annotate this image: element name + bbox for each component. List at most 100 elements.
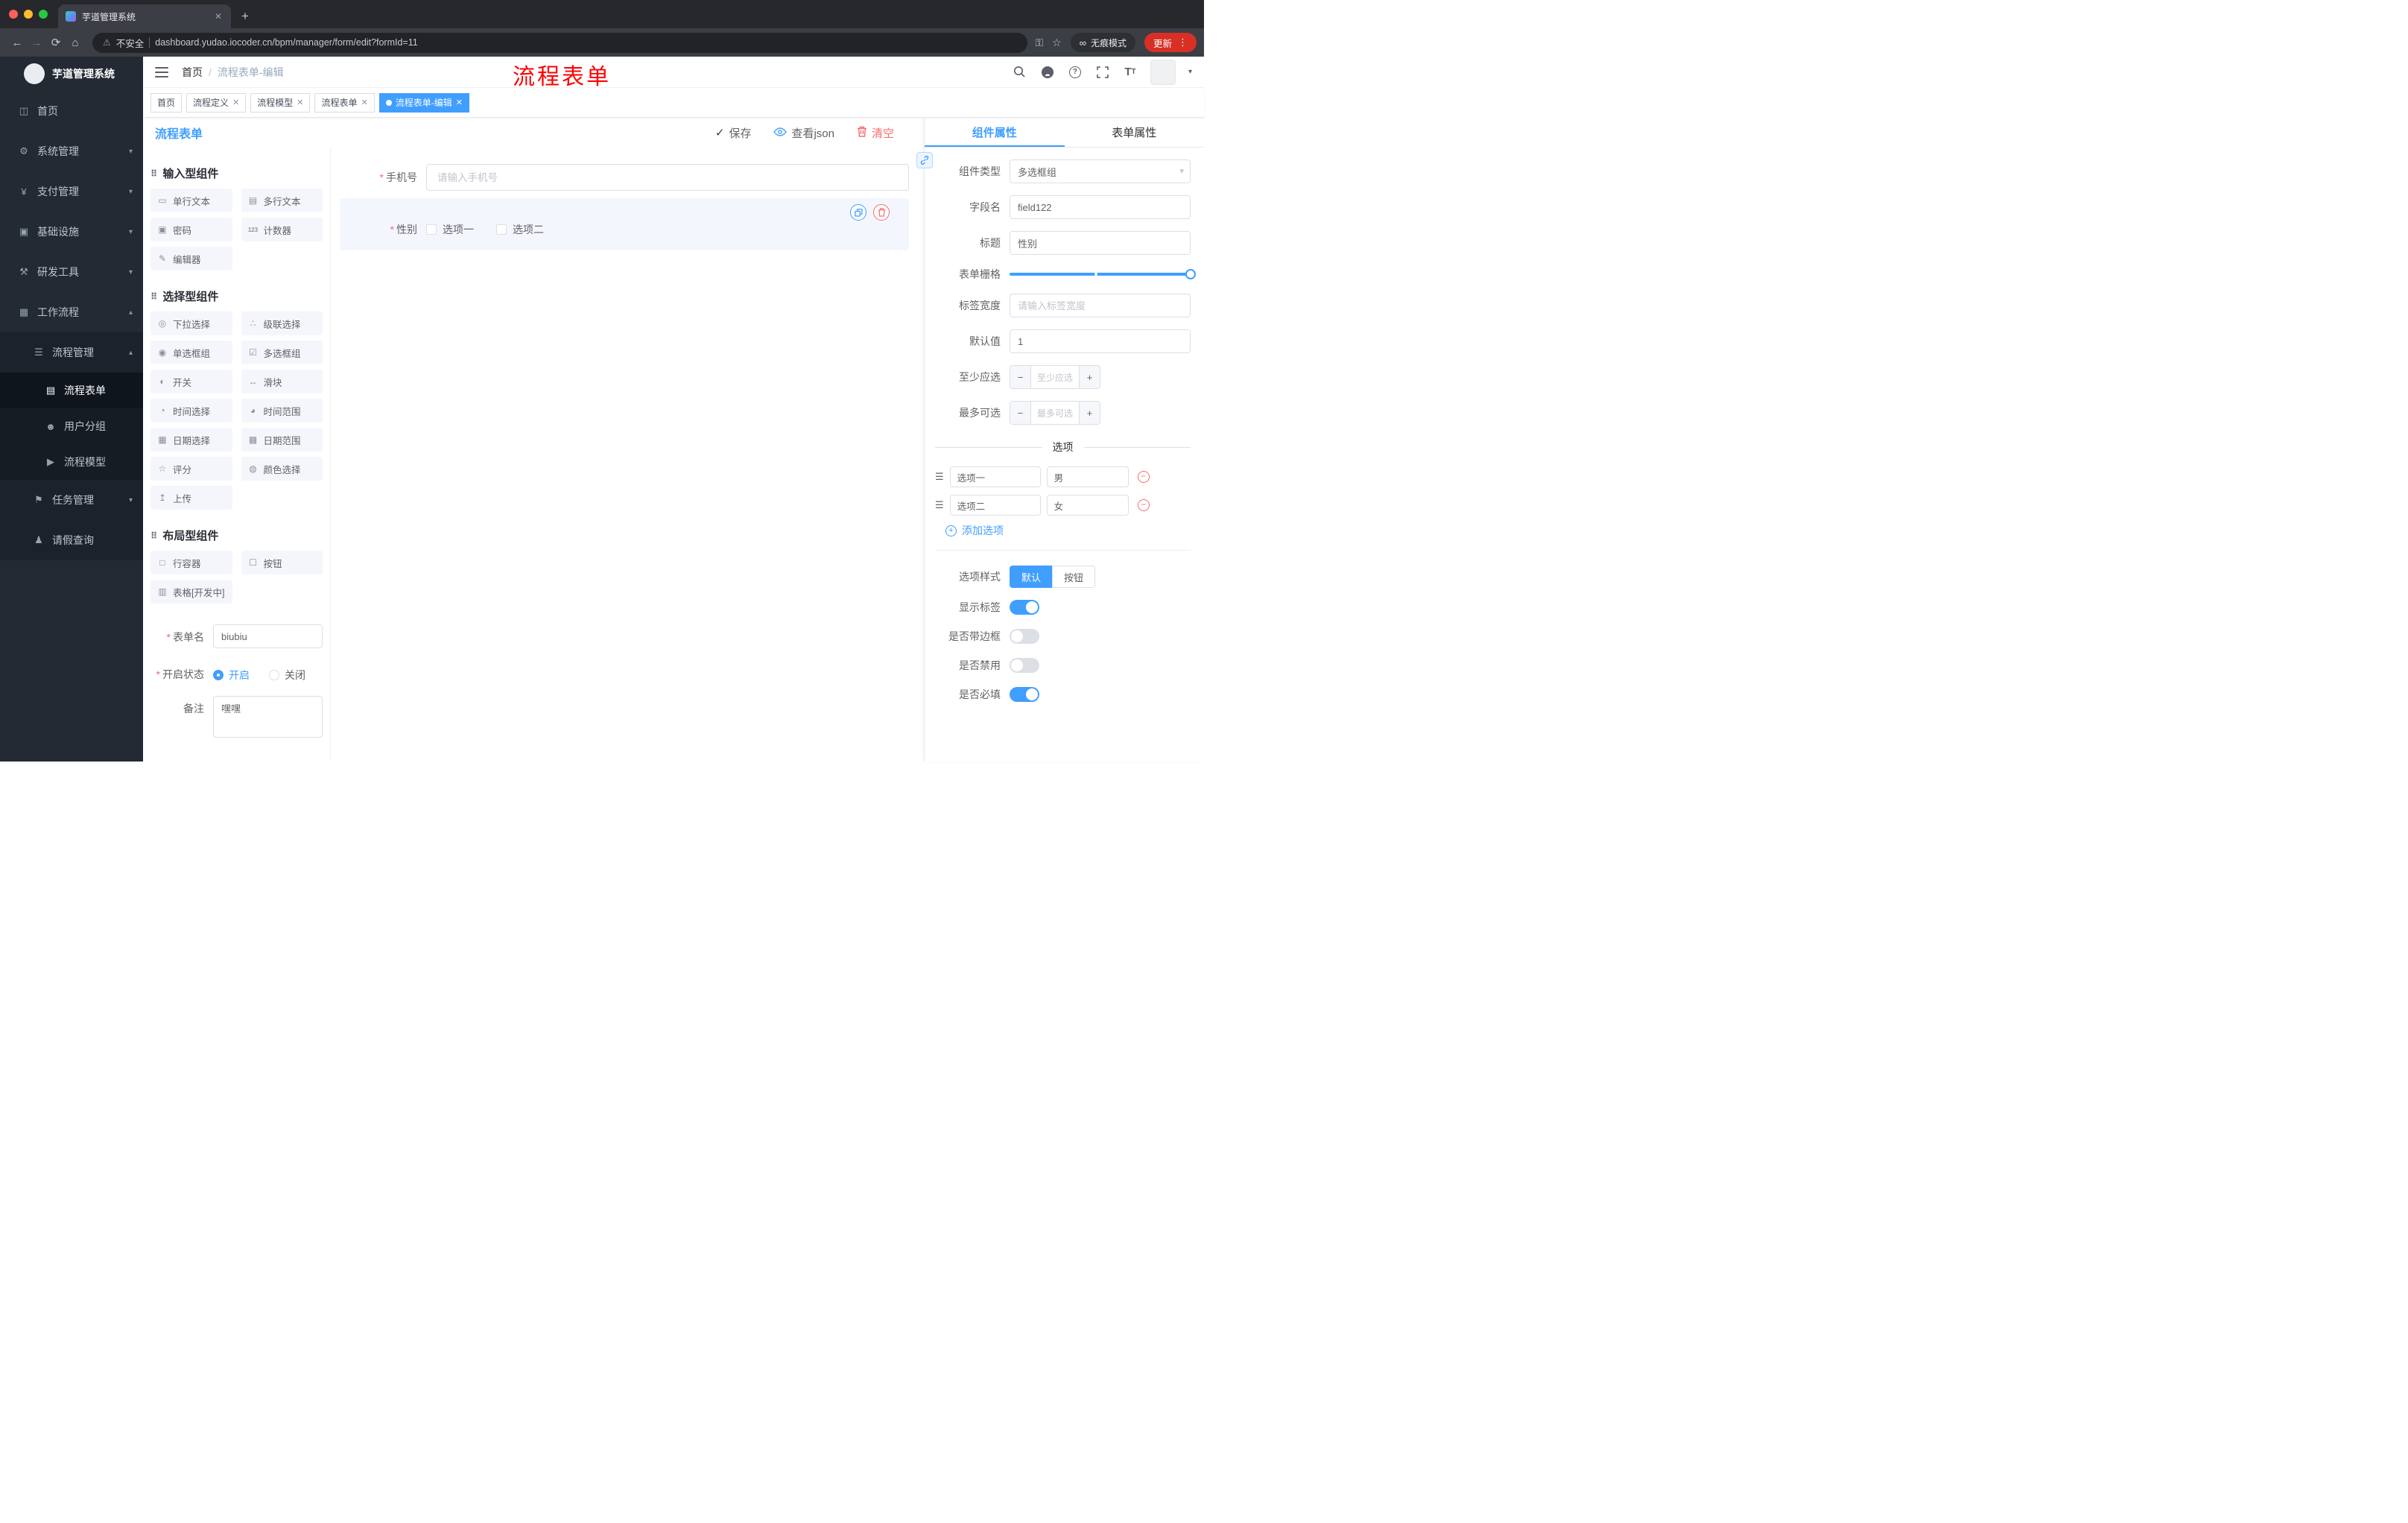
component-date-picker[interactable]: ▦ 日期选择 <box>150 428 232 452</box>
close-window-button[interactable] <box>9 10 18 19</box>
component-date-range[interactable]: ▩ 日期范围 <box>241 428 323 452</box>
component-checkbox-group[interactable]: ☑ 多选框组 <box>241 341 323 364</box>
forward-icon[interactable]: → <box>27 37 46 49</box>
checkbox-box[interactable] <box>426 224 437 235</box>
sidebar-logo[interactable]: 芋道管理系统 <box>0 57 143 91</box>
tag-process-form[interactable]: 流程表单 ✕ <box>314 92 375 113</box>
max-select-value[interactable]: 最多可选 <box>1031 402 1079 424</box>
title-input[interactable] <box>1010 231 1191 255</box>
border-switch[interactable] <box>1010 629 1039 644</box>
show-label-switch[interactable] <box>1010 600 1039 615</box>
increase-button[interactable]: + <box>1079 402 1100 424</box>
remove-option-button[interactable]: − <box>1137 471 1150 483</box>
font-size-icon[interactable]: TT <box>1123 65 1138 80</box>
option-1-label-input[interactable] <box>949 466 1041 487</box>
sidebar-item-user-group[interactable]: ☻ 用户分组 <box>0 408 143 444</box>
label-width-input[interactable] <box>1010 294 1191 317</box>
reload-icon[interactable]: ⟳ <box>46 36 66 49</box>
sidebar-item-workflow[interactable]: ▦ 工作流程 ▴ <box>0 292 143 332</box>
save-button[interactable]: ✓ 保存 <box>715 125 752 141</box>
maximize-window-button[interactable] <box>39 10 48 19</box>
component-type-select[interactable]: ▾ <box>1010 159 1191 183</box>
add-option-button[interactable]: + 添加选项 <box>945 523 1191 538</box>
status-on-radio[interactable]: 开启 <box>213 668 250 683</box>
min-select-value[interactable]: 至少应选 <box>1031 366 1079 388</box>
option-2-label-input[interactable] <box>949 495 1041 516</box>
delete-field-button[interactable] <box>873 204 890 221</box>
component-color-picker[interactable]: ◍ 颜色选择 <box>241 457 323 481</box>
component-single-text[interactable]: ▭ 单行文本 <box>150 189 232 212</box>
option-drag-handle-icon[interactable]: ☰ <box>935 499 944 511</box>
component-editor[interactable]: ✎ 编辑器 <box>150 247 232 270</box>
default-value-input[interactable] <box>1010 329 1191 353</box>
fullscreen-icon[interactable] <box>1095 65 1110 80</box>
remove-option-button[interactable]: − <box>1137 499 1150 511</box>
tab-close-icon[interactable]: ✕ <box>213 11 224 22</box>
component-time-range[interactable]: ◕ 时间范围 <box>241 399 323 422</box>
tab-component-props[interactable]: 组件属性 <box>925 118 1065 147</box>
link-icon-button[interactable] <box>916 152 933 168</box>
component-cascader[interactable]: ∴ 级联选择 <box>241 311 323 335</box>
component-select[interactable]: ◎ 下拉选择 <box>150 311 232 335</box>
design-canvas[interactable]: * 手机号 请输入手机号 * 性别 选项一 选项二 <box>331 148 924 762</box>
gender-option-1[interactable]: 选项一 <box>426 222 474 237</box>
component-table[interactable]: ▥ 表格[开发中] <box>150 580 232 604</box>
minimize-window-button[interactable] <box>24 10 33 19</box>
address-bar[interactable]: ⚠ 不安全 dashboard.yudao.iocoder.cn/bpm/man… <box>92 32 1028 53</box>
breadcrumb-home[interactable]: 首页 <box>182 65 203 80</box>
tag-close-icon[interactable]: ✕ <box>361 98 368 107</box>
sidebar-item-system[interactable]: ⚙ 系统管理 ▾ <box>0 131 143 171</box>
component-type-value[interactable] <box>1010 159 1191 183</box>
bookmark-star-icon[interactable]: ☆ <box>1052 37 1062 49</box>
password-key-icon[interactable]: ⚿ <box>1035 37 1043 49</box>
sidebar-item-leave-query[interactable]: ♟ 请假查询 <box>0 520 143 560</box>
gender-field-selected[interactable]: * 性别 选项一 选项二 <box>340 198 909 250</box>
github-icon[interactable] <box>1040 65 1055 80</box>
component-button[interactable]: ☐ 按钮 <box>241 551 323 574</box>
sidebar-item-home[interactable]: ◫ 首页 <box>0 91 143 131</box>
sidebar-item-payment[interactable]: ¥ 支付管理 ▾ <box>0 171 143 212</box>
option-2-value-input[interactable] <box>1046 495 1129 516</box>
tag-home[interactable]: 首页 <box>150 92 183 113</box>
decrease-button[interactable]: − <box>1010 402 1031 424</box>
required-switch[interactable] <box>1010 687 1039 702</box>
sidebar-item-process-form[interactable]: ▤ 流程表单 <box>0 373 143 408</box>
component-textarea[interactable]: ▤ 多行文本 <box>241 189 323 212</box>
component-switch[interactable]: ◐ 开关 <box>150 370 232 393</box>
grid-slider[interactable] <box>1010 269 1196 279</box>
sidebar-item-devtools[interactable]: ⚒ 研发工具 ▾ <box>0 252 143 292</box>
browser-update-button[interactable]: 更新 ⋮ <box>1144 33 1197 52</box>
user-avatar[interactable] <box>1150 59 1176 85</box>
style-default-button[interactable]: 默认 <box>1010 566 1054 588</box>
component-upload[interactable]: ↥ 上传 <box>150 486 232 510</box>
tag-close-icon[interactable]: ✕ <box>232 98 239 107</box>
browser-tab[interactable]: 芋道管理系统 ✕ <box>58 4 231 28</box>
increase-button[interactable]: + <box>1079 366 1100 388</box>
slider-track[interactable] <box>1010 273 1191 276</box>
component-rate[interactable]: ☆ 评分 <box>150 457 232 481</box>
component-time-picker[interactable]: ◔ 时间选择 <box>150 399 232 422</box>
form-remark-textarea[interactable]: 嘿嘿 <box>213 696 323 738</box>
view-json-button[interactable]: 查看json <box>773 125 834 141</box>
disabled-switch[interactable] <box>1010 658 1039 673</box>
avatar-caret-icon[interactable]: ▾ <box>1188 68 1192 76</box>
sidebar-item-process-model[interactable]: ▶ 流程模型 <box>0 444 143 480</box>
sidebar-item-infra[interactable]: ▣ 基础设施 ▾ <box>0 212 143 252</box>
gender-option-2[interactable]: 选项二 <box>496 222 544 237</box>
option-1-value-input[interactable] <box>1046 466 1129 487</box>
component-counter[interactable]: 123 计数器 <box>241 218 323 241</box>
tab-form-props[interactable]: 表单属性 <box>1065 118 1205 147</box>
sidebar-item-task-mgmt[interactable]: ⚑ 任务管理 ▾ <box>0 480 143 520</box>
tag-close-icon[interactable]: ✕ <box>456 98 463 107</box>
field-name-input[interactable] <box>1010 195 1191 219</box>
tag-process-definition[interactable]: 流程定义 ✕ <box>186 92 247 113</box>
search-icon[interactable] <box>1013 65 1027 80</box>
form-name-input[interactable] <box>213 624 323 648</box>
tag-close-icon[interactable]: ✕ <box>297 98 303 107</box>
phone-input[interactable] <box>426 164 909 191</box>
style-button-button[interactable]: 按钮 <box>1052 566 1096 588</box>
component-row-container[interactable]: □ 行容器 <box>150 551 232 574</box>
status-off-radio[interactable]: 关闭 <box>269 668 305 683</box>
decrease-button[interactable]: − <box>1010 366 1031 388</box>
clear-button[interactable]: 清空 <box>857 125 894 141</box>
